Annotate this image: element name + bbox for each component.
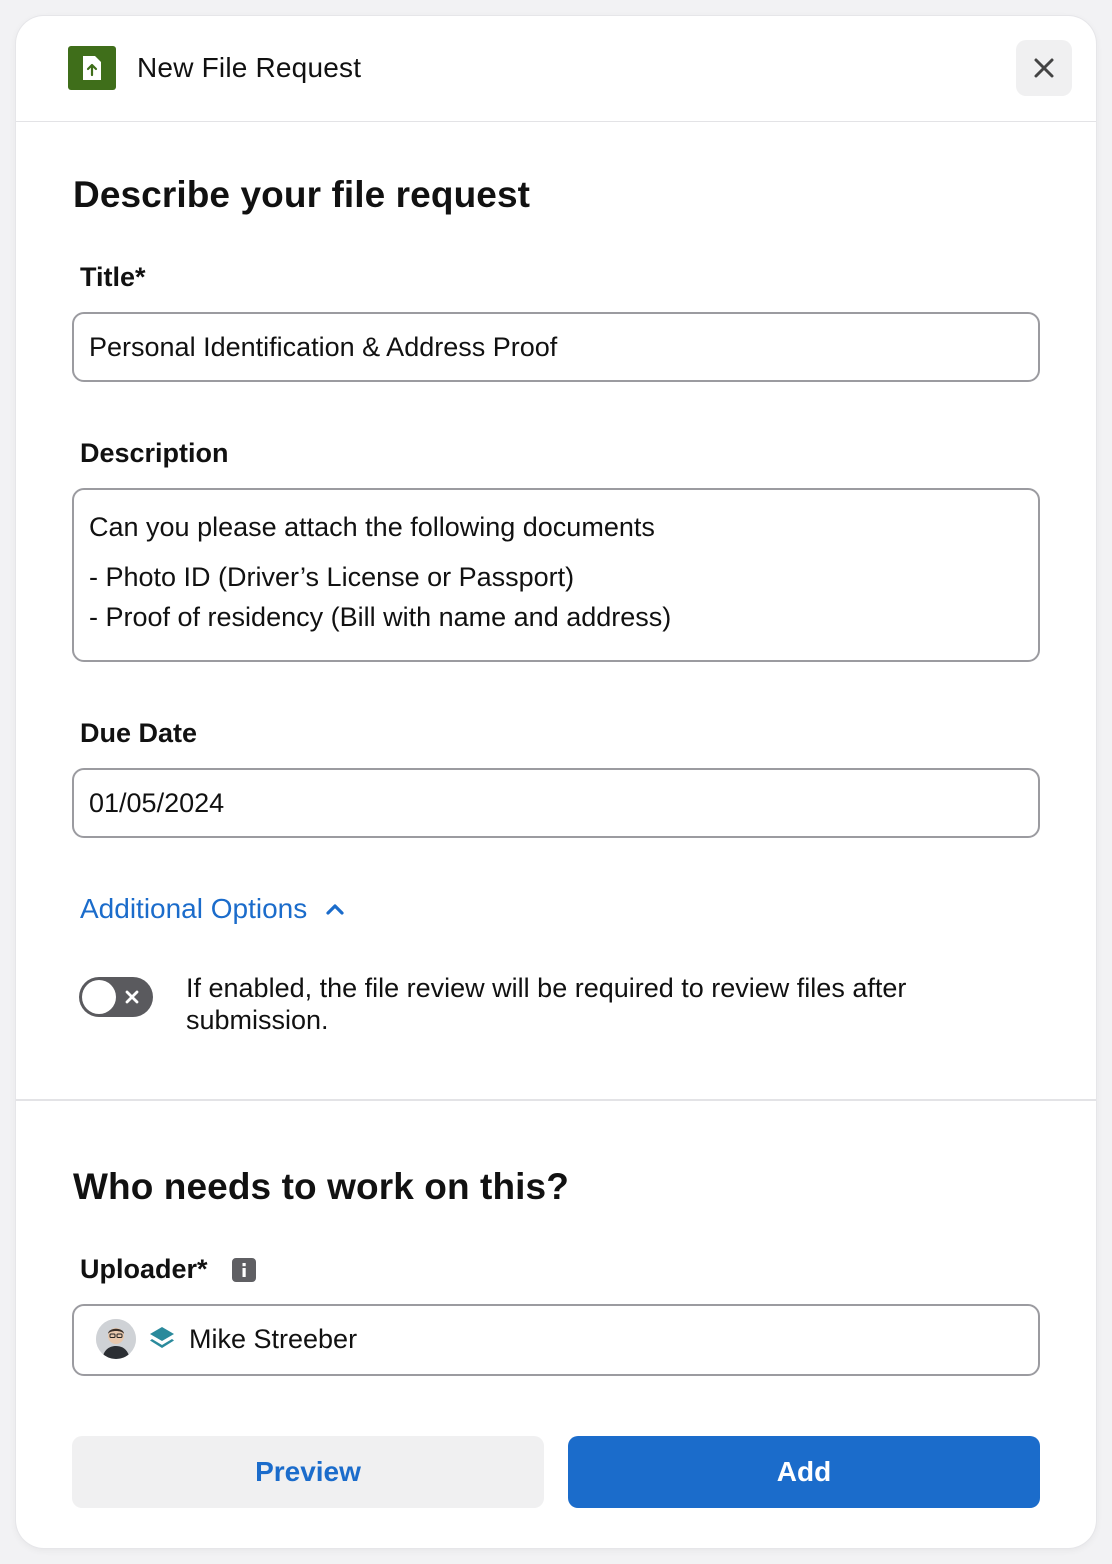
description-textarea[interactable]: Can you please attach the following docu… — [72, 488, 1040, 662]
layers-icon — [150, 1327, 174, 1348]
additional-options-label: Additional Options — [80, 893, 308, 924]
switch-knob — [82, 980, 116, 1014]
uploader-field[interactable]: Mike Streeber — [72, 1304, 1040, 1376]
dialog-title: New File Request — [137, 52, 362, 83]
section-divider — [16, 1099, 1096, 1101]
title-input[interactable]: Personal Identification & Address Proof — [72, 312, 1040, 382]
additional-options-toggle[interactable]: Additional Options — [80, 893, 345, 925]
close-icon — [125, 990, 139, 1004]
dialog-header: New File Request — [16, 16, 1096, 122]
review-required-switch[interactable] — [79, 977, 153, 1017]
details-heading: Describe your file request — [73, 174, 531, 215]
close-icon — [1034, 58, 1054, 78]
assignment-heading: Who needs to work on this? — [73, 1166, 569, 1207]
add-button[interactable]: Add — [568, 1436, 1040, 1508]
due-date-label: Due Date — [80, 718, 198, 748]
description-label: Description — [80, 438, 229, 468]
close-button[interactable] — [1016, 40, 1072, 96]
uploader-label: Uploader* — [80, 1254, 208, 1284]
title-input-value: Personal Identification & Address Proof — [89, 332, 558, 362]
review-toggle-description: If enabled, the file review will be requ… — [186, 973, 907, 1035]
description-line: Can you please attach the following docu… — [89, 512, 655, 542]
description-line: - Photo ID (Driver’s License or Passport… — [89, 562, 575, 592]
new-file-request-dialog: New File Request Describe your file requ… — [16, 16, 1096, 1548]
title-label: Title* — [80, 262, 146, 292]
due-date-input[interactable]: 01/05/2024 — [72, 768, 1040, 838]
chevron-up-icon — [326, 904, 344, 915]
due-date-value: 01/05/2024 — [89, 788, 225, 818]
preview-button[interactable]: Preview — [72, 1436, 544, 1508]
uploader-name: Mike Streeber — [189, 1324, 358, 1354]
description-line: - Proof of residency (Bill with name and… — [89, 602, 672, 632]
avatar — [96, 1319, 136, 1359]
info-icon[interactable] — [232, 1258, 256, 1282]
file-upload-icon — [68, 46, 116, 90]
